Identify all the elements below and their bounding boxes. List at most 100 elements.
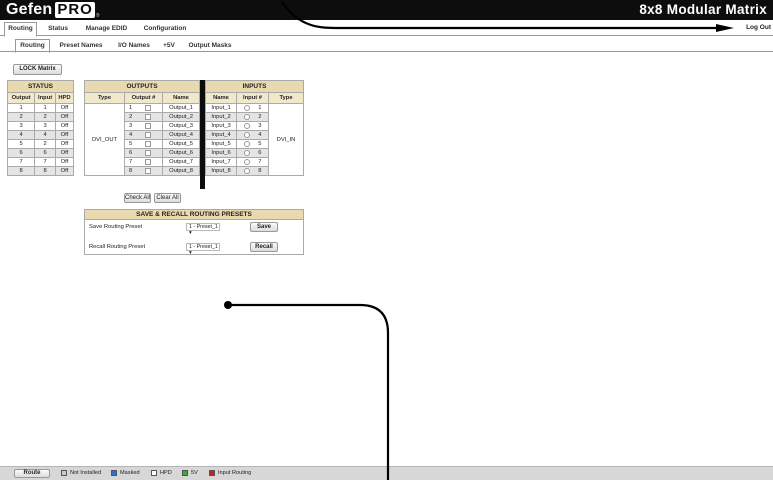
input-name-cell: Input_2	[205, 112, 237, 122]
status-input-cell: 7	[34, 157, 56, 167]
output-name-cell: Output_2	[162, 112, 200, 122]
output-number: 8	[129, 168, 133, 175]
output-checkbox[interactable]	[145, 149, 151, 156]
callout-line-preset	[229, 303, 390, 480]
save-preset-select[interactable]: 1 - Preset_1 ▾	[186, 223, 220, 236]
input-name-cell: Input_4	[205, 130, 237, 140]
legend-label: 5V	[191, 470, 198, 476]
tab-status[interactable]: Status	[44, 23, 72, 36]
tab-configuration[interactable]: Configuration	[139, 23, 191, 36]
input-number: 6	[258, 150, 262, 157]
input-number-cell: 7	[236, 157, 269, 167]
output-row: DVI_OUT 1 Output_1	[84, 103, 200, 176]
logout-link[interactable]: Log Out	[746, 24, 771, 31]
recall-preset-button[interactable]: Recall	[250, 242, 278, 252]
output-number: 5	[129, 141, 133, 148]
inputs-table: INPUTS Name Input # Type Input_1 1 DVI_IN I…	[205, 80, 304, 176]
save-preset-button[interactable]: Save	[250, 222, 278, 232]
status-hpd-cell: Off	[54, 121, 75, 131]
subtab-5v[interactable]: +5V	[159, 40, 179, 52]
status-output-cell: 5	[6, 139, 36, 149]
status-input-cell: 8	[34, 166, 56, 176]
status-row: 4 4 Off	[6, 130, 75, 140]
status-output-cell: 7	[6, 157, 36, 167]
output-number: 1	[129, 105, 133, 112]
legend-label: HPD	[160, 470, 172, 476]
output-number-cell: 8	[124, 166, 163, 176]
output-number-cell: 2	[124, 112, 163, 122]
device-title: 8x8 Modular Matrix	[639, 2, 767, 17]
output-number-cell: 7	[124, 157, 163, 167]
masked-swatch	[111, 470, 117, 476]
input-row: Input_1 1 DVI_IN	[205, 103, 304, 176]
output-number-cell: 3	[124, 121, 163, 131]
status-row: 2 2 Off	[6, 112, 75, 122]
clear-all-button[interactable]: Clear All	[154, 193, 181, 203]
output-number: 6	[129, 150, 133, 157]
status-input-cell: 2	[34, 112, 56, 122]
lock-matrix-button[interactable]: LOCK Matrix	[13, 64, 62, 75]
check-all-button[interactable]: Check All	[124, 193, 151, 203]
legend-5v: 5V	[182, 470, 198, 476]
registered-mark: ®	[95, 13, 100, 19]
output-checkbox[interactable]	[145, 113, 151, 120]
status-hpd-cell: Off	[54, 157, 75, 167]
input-name-cell: Input_1	[205, 103, 237, 113]
subtab-io-names[interactable]: I/O Names	[113, 40, 155, 52]
chevron-down-icon: ▾	[189, 230, 192, 236]
status-bar: Route Not Installed Masked HPD 5V Input …	[0, 466, 773, 480]
output-checkbox[interactable]	[145, 131, 151, 138]
status-table: STATUS Output Input HPD 1 1 Off 2 2 Off 3 3 Off 4…	[6, 80, 75, 176]
save-preset-label: Save Routing Preset	[89, 224, 143, 230]
output-checkbox[interactable]	[145, 122, 151, 129]
status-input-cell: 3	[34, 121, 56, 131]
status-col-input: Input	[34, 92, 56, 104]
status-output-cell: 8	[6, 166, 36, 176]
output-number: 3	[129, 123, 133, 130]
output-number: 4	[129, 132, 133, 139]
output-number-cell: 5	[124, 139, 163, 149]
inputs-col-number: Input #	[236, 92, 269, 104]
status-hpd-cell: Off	[54, 112, 75, 122]
output-checkbox[interactable]	[145, 104, 151, 111]
tab-manage-edid[interactable]: Manage EDID	[80, 23, 133, 36]
status-hpd-cell: Off	[54, 103, 75, 113]
status-hpd-cell: Off	[54, 166, 75, 176]
recall-preset-select[interactable]: 1 - Preset_1 ▾	[186, 243, 220, 256]
subtab-output-masks[interactable]: Output Masks	[185, 40, 235, 52]
outputs-col-name: Name	[162, 92, 200, 104]
legend-hpd: HPD	[151, 470, 172, 476]
input-routing-swatch	[209, 470, 215, 476]
inputs-table-title: INPUTS	[205, 80, 304, 93]
output-name-cell: Output_4	[162, 130, 200, 140]
subtab-preset-names[interactable]: Preset Names	[55, 40, 107, 52]
status-input-cell: 1	[34, 103, 56, 113]
status-table-title: STATUS	[7, 80, 74, 93]
input-number: 8	[258, 168, 262, 175]
status-input-cell: 4	[34, 130, 56, 140]
output-number-cell: 6	[124, 148, 163, 158]
output-name-cell: Output_5	[162, 139, 200, 149]
hpd-swatch	[151, 470, 157, 476]
legend-label: Not Installed	[70, 470, 102, 476]
input-number: 5	[258, 141, 262, 148]
routing-presets-panel: SAVE & RECALL ROUTING PRESETS Save Routi…	[84, 209, 304, 256]
output-checkbox[interactable]	[145, 140, 151, 147]
route-button[interactable]: Route	[14, 469, 50, 478]
legend-input-routing: Input Routing	[209, 470, 251, 476]
status-input-cell: 6	[34, 148, 56, 158]
not-installed-swatch	[61, 470, 67, 476]
input-name-cell: Input_5	[205, 139, 237, 149]
output-checkbox[interactable]	[145, 167, 151, 174]
callout-dot	[224, 301, 232, 309]
status-row: 8 8 Off	[6, 166, 75, 176]
input-number: 3	[258, 123, 262, 130]
output-checkbox[interactable]	[145, 158, 151, 165]
outputs-table: OUTPUTS Type Output # Name DVI_OUT 1 Outpu…	[84, 80, 200, 176]
subtab-routing[interactable]: Routing	[15, 39, 50, 53]
tab-routing[interactable]: Routing	[4, 22, 37, 37]
status-row: 5 2 Off	[6, 139, 75, 149]
input-number: 1	[258, 105, 262, 112]
logo-badge: PRO	[55, 1, 95, 18]
5v-swatch	[182, 470, 188, 476]
